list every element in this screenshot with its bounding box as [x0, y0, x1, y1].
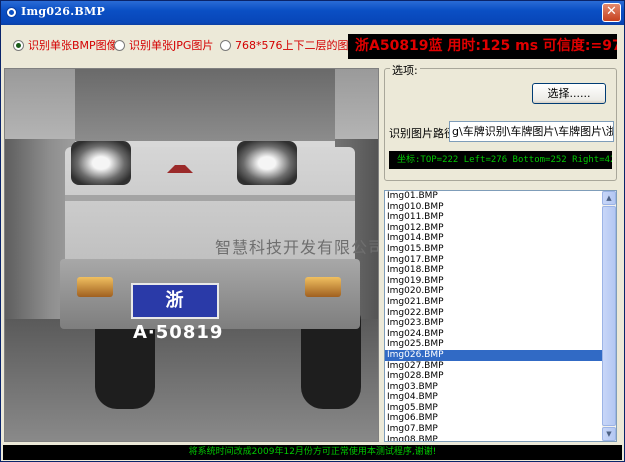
title-bar[interactable]: Img026.BMP ✕	[1, 1, 624, 25]
list-item[interactable]: Img021.BMP	[385, 297, 604, 308]
mode-bmp-radio[interactable]: 识别单张BMP图像	[13, 37, 118, 53]
list-item[interactable]: Img027.BMP	[385, 361, 604, 372]
scroll-thumb[interactable]	[602, 206, 616, 426]
mode-768-radio[interactable]: 768*576上下二层的图片	[220, 37, 360, 53]
list-item[interactable]: Img023.BMP	[385, 318, 604, 329]
mode-jpg-radio[interactable]: 识别单张JPG图片	[114, 37, 213, 53]
list-item[interactable]: Img06.BMP	[385, 413, 604, 424]
photo-logo-icon	[167, 157, 193, 173]
photo-foglight-right	[305, 277, 341, 297]
mode-jpg-label: 识别单张JPG图片	[129, 39, 214, 52]
file-list-rows: Img01.BMP Img010.BMP Img011.BMP Img012.BMP I…	[385, 191, 604, 441]
list-item[interactable]: Img08.BMP	[385, 435, 604, 441]
radio-unchecked-icon	[114, 39, 125, 51]
list-item[interactable]: Img019.BMP	[385, 276, 604, 287]
license-plate: 浙A·50819	[131, 283, 222, 343]
list-item[interactable]: Img011.BMP	[385, 212, 604, 223]
file-list-scrollbar[interactable]: ▲ ▼	[602, 191, 616, 441]
options-legend: 选项:	[390, 62, 420, 78]
vehicle-image: 浙A·50819 智慧科技开发有限公司	[4, 68, 379, 442]
list-item[interactable]: Img024.BMP	[385, 329, 604, 340]
list-item[interactable]: Img05.BMP	[385, 403, 604, 414]
mode-bmp-label: 识别单张BMP图像	[28, 39, 118, 52]
photo-headlight-right	[237, 141, 297, 185]
list-item[interactable]: Img04.BMP	[385, 392, 604, 403]
list-item[interactable]: Img01.BMP	[385, 191, 604, 202]
list-item[interactable]: Img026.BMP	[385, 349, 604, 361]
options-group: 选项: 选择...... 识别图片路径: g\车牌识别\车牌图片\车牌图片\浙江…	[384, 62, 617, 181]
list-item[interactable]: Img028.BMP	[385, 371, 604, 382]
window-title: Img026.BMP	[21, 5, 106, 18]
list-item[interactable]: Img015.BMP	[385, 244, 604, 255]
scroll-up-icon[interactable]: ▲	[602, 191, 616, 205]
radio-unchecked-icon	[220, 39, 231, 51]
close-button[interactable]: ✕	[602, 3, 621, 22]
scroll-down-icon[interactable]: ▼	[602, 427, 616, 441]
list-item[interactable]: Img012.BMP	[385, 223, 604, 234]
photo-headlight-left	[71, 141, 131, 185]
photo-windshield	[75, 69, 335, 147]
photo-watermark: 智慧科技开发有限公司	[215, 238, 379, 257]
list-item[interactable]: Img010.BMP	[385, 202, 604, 213]
file-list[interactable]: Img01.BMP Img010.BMP Img011.BMP Img012.BMP I…	[384, 190, 617, 442]
list-item[interactable]: Img07.BMP	[385, 424, 604, 435]
list-item[interactable]: Img014.BMP	[385, 233, 604, 244]
photo-grille	[65, 195, 355, 201]
app-icon	[6, 7, 17, 18]
path-input[interactable]: g\车牌识别\车牌图片\车牌图片\浙江图片bm	[449, 121, 614, 142]
status-bar: 将系统时间改成2009年12月份方可正常使用本测试程序,谢谢!	[3, 445, 622, 460]
list-item[interactable]: Img025.BMP	[385, 339, 604, 350]
coordinates-readout: 坐标:TOP=222 Left=276 Bottom=252 Right=421	[389, 151, 612, 169]
recognition-result: 浙A50819蓝 用时:125 ms 可信度:=977	[348, 34, 617, 59]
photo-foglight-left	[77, 277, 113, 297]
select-button[interactable]: 选择......	[532, 83, 606, 104]
list-item[interactable]: Img03.BMP	[385, 382, 604, 393]
mode-768-label: 768*576上下二层的图片	[235, 39, 360, 52]
radio-checked-icon	[13, 39, 24, 51]
list-item[interactable]: Img018.BMP	[385, 265, 604, 276]
app-window: Img026.BMP ✕ 识别单张BMP图像 识别单张JPG图片 768*576…	[0, 0, 625, 462]
list-item[interactable]: Img017.BMP	[385, 255, 604, 266]
list-item[interactable]: Img020.BMP	[385, 286, 604, 297]
list-item[interactable]: Img022.BMP	[385, 308, 604, 319]
